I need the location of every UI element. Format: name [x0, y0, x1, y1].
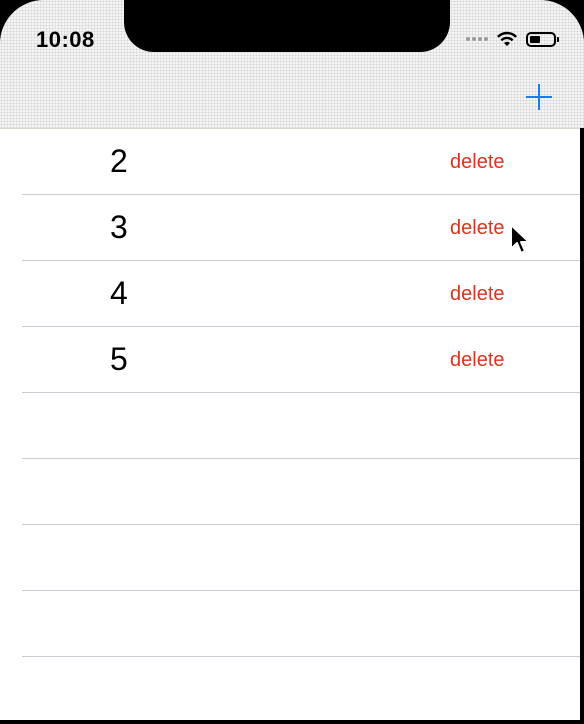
table-row: 3 delete: [22, 195, 584, 261]
table-row: 2 delete: [22, 129, 584, 195]
mouse-pointer-icon: [510, 224, 530, 254]
empty-row: [22, 459, 584, 525]
screen-edge: [0, 720, 584, 724]
add-button[interactable]: [526, 84, 552, 110]
empty-row: [22, 657, 584, 723]
delete-button[interactable]: delete: [450, 151, 505, 174]
table-row: 5 delete: [22, 327, 584, 393]
table-row: 4 delete: [22, 261, 584, 327]
wifi-icon: [497, 31, 517, 46]
row-value: 4: [110, 275, 128, 311]
item-list: 2 delete 3 delete 4 delete 5 delete: [0, 129, 584, 723]
row-value: 3: [110, 209, 128, 245]
delete-button[interactable]: delete: [450, 217, 505, 240]
navigation-bar: 10:08: [0, 0, 584, 129]
status-icons: [466, 29, 559, 49]
empty-row: [22, 525, 584, 591]
screen-edge: [580, 128, 584, 724]
row-value: 5: [110, 341, 128, 377]
delete-button[interactable]: delete: [450, 283, 505, 306]
device-notch: [124, 0, 450, 52]
row-value: 2: [110, 143, 128, 179]
signal-icon: [466, 37, 488, 41]
delete-button[interactable]: delete: [450, 349, 505, 372]
empty-row: [22, 393, 584, 459]
battery-icon: [526, 31, 559, 47]
phone-screen: 10:08 2 delete 3 delete 4 delete 5 delet…: [0, 0, 584, 724]
status-time: 10:08: [36, 27, 95, 52]
empty-row: [22, 591, 584, 657]
